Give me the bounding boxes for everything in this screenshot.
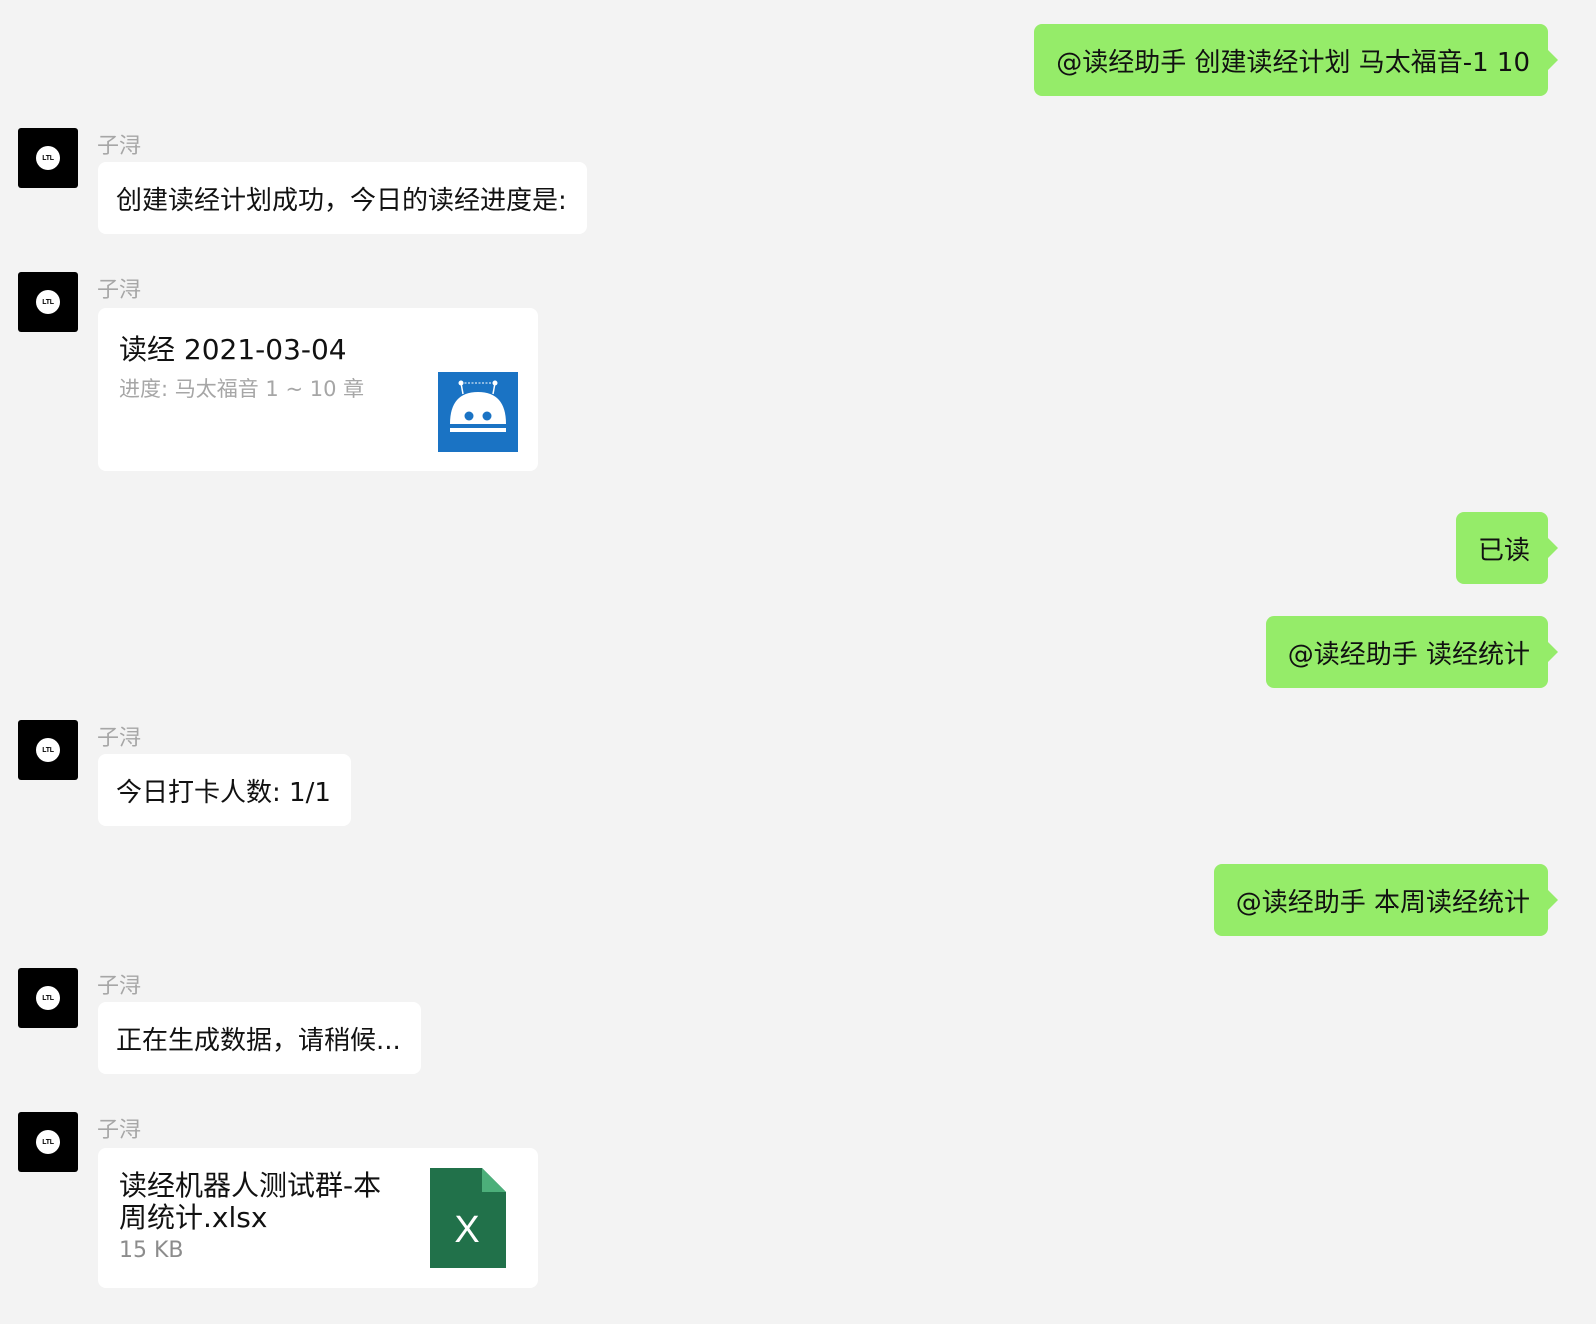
avatar-logo: LTL <box>36 738 60 762</box>
sender-name: 子浔 <box>97 974 142 999</box>
message-text: @读经助手 本周读经统计 <box>1235 887 1530 918</box>
avatar-logo: LTL <box>36 290 60 314</box>
message-text: 今日打卡人数: 1/1 <box>116 777 331 808</box>
sender-name: 子浔 <box>97 134 142 159</box>
avatar[interactable]: LTL <box>18 128 78 188</box>
avatar-logo: LTL <box>36 1130 60 1154</box>
message-text: 已读 <box>1477 535 1530 566</box>
avatar-logo: LTL <box>36 146 60 170</box>
message-text: @读经助手 创建读经计划 马太福音-1 10 <box>1056 47 1530 78</box>
avatar-logo: LTL <box>36 986 60 1010</box>
link-card-description: 进度: 马太福音 1 ~ 10 章 <box>119 377 365 401</box>
sender-name: 子浔 <box>97 726 142 751</box>
avatar[interactable]: LTL <box>18 720 78 780</box>
avatar[interactable]: LTL <box>18 272 78 332</box>
file-name: 读经机器人测试群-本周统计.xlsx <box>119 1169 382 1234</box>
link-card-title: 读经 2021-03-04 <box>119 333 347 366</box>
message-text: @读经助手 读经统计 <box>1287 639 1530 670</box>
incoming-message[interactable]: 正在生成数据，请稍候... <box>98 1002 421 1074</box>
outgoing-message[interactable]: @读经助手 本周读经统计 <box>1213 864 1559 936</box>
incoming-message[interactable]: 今日打卡人数: 1/1 <box>98 754 351 826</box>
outgoing-message[interactable]: @读经助手 读经统计 <box>1265 616 1559 688</box>
excel-file-icon: X <box>430 1168 506 1268</box>
avatar[interactable]: LTL <box>18 1112 78 1172</box>
message-text: 正在生成数据，请稍候... <box>116 1025 401 1056</box>
file-card[interactable]: 读经机器人测试群-本周统计.xlsx 15 KB X <box>98 1148 538 1288</box>
robot-icon <box>438 372 518 452</box>
file-size: 15 KB <box>119 1238 184 1263</box>
sender-name: 子浔 <box>97 1118 142 1143</box>
outgoing-message[interactable]: 已读 <box>1455 512 1559 584</box>
chat-history[interactable]: @读经助手 创建读经计划 马太福音-1 10 LTL 子浔 创建读经计划成功，今… <box>0 0 1596 1324</box>
avatar[interactable]: LTL <box>18 968 78 1028</box>
message-text: 创建读经计划成功，今日的读经进度是: <box>116 185 567 216</box>
sender-name: 子浔 <box>97 278 142 303</box>
link-card[interactable]: 读经 2021-03-04 进度: 马太福音 1 ~ 10 章 <box>98 308 538 471</box>
incoming-message[interactable]: 创建读经计划成功，今日的读经进度是: <box>98 162 587 234</box>
outgoing-message[interactable]: @读经助手 创建读经计划 马太福音-1 10 <box>1034 24 1558 96</box>
excel-icon-letter: X <box>454 1209 479 1251</box>
